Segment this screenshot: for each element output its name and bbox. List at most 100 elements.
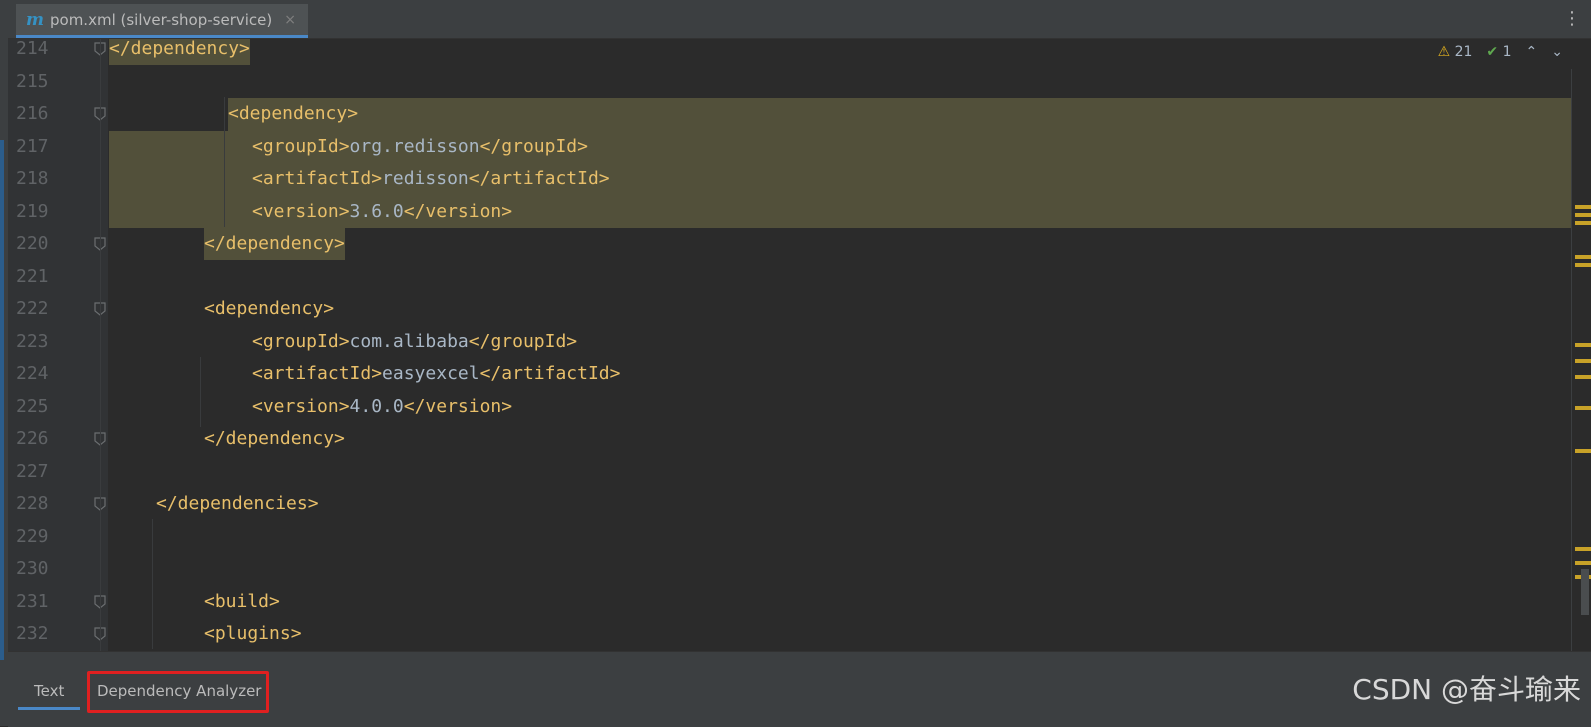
more-options-icon[interactable]: ⋮ [1563, 8, 1581, 29]
xml-value: com.alibaba [349, 330, 469, 352]
tab-pom-xml[interactable]: m pom.xml (silver-shop-service) × [16, 4, 308, 38]
stripe-mark[interactable] [1575, 343, 1591, 347]
code-line[interactable]: 221 [8, 261, 1528, 293]
close-icon[interactable]: × [284, 12, 296, 28]
stripe-mark[interactable] [1575, 561, 1591, 565]
xml-tag: </dependencies> [156, 493, 319, 514]
code-text: <artifactId>redisson</artifactId> [252, 163, 610, 195]
xml-value: 4.0.0 [349, 395, 404, 417]
code-line[interactable]: 214 </dependency> [8, 39, 1528, 65]
code-text: <version>3.6.0</version> [252, 196, 512, 228]
selection-highlight [228, 98, 1588, 131]
line-number: 214 [16, 39, 49, 59]
warning-count: 21 [1454, 44, 1473, 60]
xml-tag: </artifactId> [479, 363, 621, 384]
code-text: </dependency> [109, 39, 250, 65]
code-line[interactable]: 229 [8, 521, 1528, 553]
inspection-widget[interactable]: ⚠ 21 ✔ 1 ⌃ ⌄ [1438, 44, 1563, 60]
warning-icon: ⚠ [1437, 44, 1451, 60]
code-line[interactable]: 219 <version>3.6.0</version> [8, 195, 1588, 228]
xml-tag: <dependency> [228, 103, 359, 124]
code-text: <version>4.0.0</version> [252, 391, 512, 423]
line-number: 225 [16, 395, 49, 417]
code-line[interactable]: 218 <artifactId>redisson</artifactId> [8, 163, 1588, 196]
stripe-mark[interactable] [1575, 547, 1591, 551]
scrollbar-thumb[interactable] [1581, 569, 1589, 615]
line-number: 220 [16, 233, 49, 254]
xml-tag: </dependency> [109, 39, 250, 59]
xml-tag: <artifactId> [252, 168, 383, 189]
code-text: <plugins> [204, 618, 302, 650]
indent-guide [224, 97, 225, 227]
code-text: <build> [204, 586, 280, 618]
line-number: 215 [16, 70, 49, 92]
code-editor[interactable]: 214 </dependency> 215 216 <dependency> 217 <gr… [8, 39, 1591, 651]
xml-tag: </version> [403, 395, 513, 417]
xml-value: redisson [382, 168, 469, 189]
previous-highlight-icon[interactable]: ⌃ [1526, 44, 1538, 60]
xml-tag: <artifactId> [252, 363, 383, 384]
xml-tag: </groupId> [479, 135, 588, 157]
code-line[interactable]: 222 <dependency> [8, 293, 1528, 325]
code-line[interactable]: 223 <groupId>com.alibaba</groupId> [8, 326, 1528, 358]
xml-tag: </artifactId> [468, 168, 610, 189]
line-number: 231 [16, 590, 49, 612]
code-line[interactable]: 226 </dependency> [8, 423, 1528, 455]
stripe-mark[interactable] [1575, 406, 1591, 410]
code-line[interactable]: 227 [8, 456, 1528, 488]
code-line[interactable]: 231 <build> [8, 586, 1528, 618]
code-line[interactable]: 230 [8, 553, 1528, 585]
code-line[interactable]: 232 <plugins> [8, 618, 1528, 650]
left-accent-bar [0, 140, 4, 660]
xml-tag: </dependency> [204, 233, 345, 254]
next-highlight-icon[interactable]: ⌄ [1551, 44, 1563, 60]
xml-tag: </dependency> [204, 428, 345, 449]
tab-title: pom.xml (silver-shop-service) [50, 10, 273, 29]
gutter-fold-line [100, 39, 101, 651]
editor-tab-bar: m pom.xml (silver-shop-service) × ⋮ [8, 0, 1591, 39]
code-text: <dependency> [228, 98, 358, 130]
check-count: 1 [1502, 44, 1512, 60]
check-indicator[interactable]: ✔ 1 [1486, 44, 1511, 60]
xml-tag: <version> [252, 395, 350, 417]
xml-tag: <dependency> [204, 298, 335, 319]
stripe-mark[interactable] [1575, 375, 1591, 379]
error-stripe[interactable] [1571, 39, 1591, 651]
line-number: 219 [16, 200, 49, 222]
check-icon: ✔ [1486, 44, 1499, 60]
indent-guide [152, 519, 153, 649]
stripe-mark[interactable] [1575, 221, 1591, 225]
code-line[interactable]: 216 <dependency> [8, 98, 1588, 131]
code-text: </dependency> [204, 423, 345, 455]
watermark: CSDN @奋斗瑜来 [1352, 673, 1581, 706]
line-number: 221 [16, 265, 49, 287]
code-text: </dependencies> [156, 488, 319, 520]
stripe-divider [1571, 69, 1572, 651]
code-line[interactable]: 215 [8, 66, 1528, 98]
code-line[interactable]: 224 <artifactId>easyexcel</artifactId> [8, 358, 1528, 390]
code-text: <artifactId>easyexcel</artifactId> [252, 358, 620, 390]
stripe-mark[interactable] [1575, 359, 1591, 363]
code-line[interactable]: 225 <version>4.0.0</version> [8, 391, 1528, 423]
code-text: <groupId>org.redisson</groupId> [252, 131, 588, 163]
xml-tag: <groupId> [252, 135, 350, 157]
code-text: <groupId>com.alibaba</groupId> [252, 326, 577, 358]
warning-indicator[interactable]: ⚠ 21 [1438, 44, 1473, 60]
line-number: 216 [16, 103, 49, 124]
code-line[interactable]: 217 <groupId>org.redisson</groupId> [8, 130, 1588, 163]
stripe-mark[interactable] [1575, 255, 1591, 259]
editor-bottom-tabs: Text Dependency Analyzer CSDN @奋斗瑜来 [8, 651, 1591, 727]
code-line[interactable]: 220 </dependency> [8, 228, 1528, 260]
line-number: 224 [16, 363, 49, 384]
stripe-mark[interactable] [1575, 205, 1591, 209]
line-number: 217 [16, 135, 49, 157]
code-line[interactable]: 228 </dependencies> [8, 488, 1528, 520]
xml-value: 3.6.0 [349, 200, 404, 222]
xml-tag: <plugins> [204, 623, 302, 644]
stripe-mark[interactable] [1575, 213, 1591, 217]
xml-tag: <groupId> [252, 330, 350, 352]
stripe-mark[interactable] [1575, 449, 1591, 453]
stripe-mark[interactable] [1575, 263, 1591, 267]
line-number: 229 [16, 525, 49, 547]
tab-text[interactable]: Text [18, 674, 81, 710]
